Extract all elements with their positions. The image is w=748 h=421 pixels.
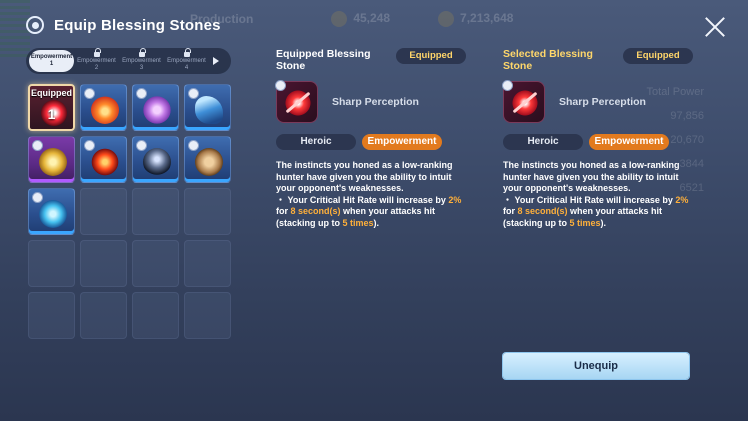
- slot-badge-icon: [84, 88, 95, 99]
- tab-number: 1: [49, 61, 54, 67]
- equipped-status-badge: Equipped: [396, 48, 466, 64]
- stone-slot[interactable]: [28, 136, 75, 183]
- sharp-perception-icon: [275, 80, 318, 123]
- empty-slot: [184, 292, 231, 339]
- stone-description: The instincts you honed as a low-ranking…: [503, 160, 693, 229]
- tab-number: 2: [94, 64, 99, 71]
- fire-stone-icon: [91, 96, 119, 124]
- empty-slot: [80, 240, 127, 287]
- stone-description: The instincts you honed as a low-ranking…: [276, 160, 466, 229]
- sharp-perception-icon: [502, 80, 545, 123]
- stone-slot[interactable]: [132, 84, 179, 131]
- tab-label: Empowerment: [30, 54, 73, 60]
- panel-title: Equipped Blessing Stone: [276, 48, 371, 72]
- shadow-figure-stone-icon: [143, 148, 171, 176]
- stone-name: Sharp Perception: [559, 96, 646, 108]
- empty-slot: [132, 240, 179, 287]
- gold-icon: [438, 11, 455, 27]
- tab-empowerment-2[interactable]: Empowerment 2: [74, 47, 119, 72]
- slot-badge-icon: [136, 88, 147, 99]
- slot-badge-icon: [188, 88, 199, 99]
- lock-icon: [183, 47, 191, 57]
- stone-slot[interactable]: [80, 136, 127, 183]
- rarity-badge: Heroic: [503, 134, 583, 150]
- stone-badge-icon: [275, 80, 286, 91]
- lock-icon: [93, 47, 101, 57]
- tab-next-arrow-icon[interactable]: [213, 57, 219, 65]
- stone-level: 1: [47, 106, 56, 122]
- lock-icon: [138, 47, 146, 57]
- empty-slot: [132, 188, 179, 235]
- stone-badge-icon: [502, 80, 513, 91]
- page-header: Equip Blessing Stones: [26, 16, 221, 34]
- pink-gem-stone-icon: [143, 96, 171, 124]
- rarity-badge: Heroic: [276, 134, 356, 150]
- stone-slot-sharp-perception[interactable]: Equipped 1: [28, 84, 75, 131]
- coin-icon: [331, 11, 348, 27]
- equipped-status-badge: Equipped: [623, 48, 693, 64]
- description-effect: ・ Your Critical Hit Rate will increase b…: [503, 194, 689, 228]
- tab-empowerment-3[interactable]: Empowerment 3: [119, 47, 164, 72]
- stone-slot[interactable]: [132, 136, 179, 183]
- background-hud: Production 45,248 7,213,648: [190, 8, 688, 30]
- slot-badge-icon: [84, 140, 95, 151]
- tab-label: Empowerment: [167, 57, 206, 64]
- golden-claw-stone-icon: [39, 148, 67, 176]
- stone-slot[interactable]: [184, 84, 231, 131]
- boot-stone-icon: [195, 96, 223, 124]
- description-intro: The instincts you honed as a low-ranking…: [276, 160, 453, 193]
- stone-slot[interactable]: [184, 136, 231, 183]
- empty-slot: [132, 292, 179, 339]
- slot-badge-icon: [32, 140, 43, 151]
- empty-slot: [184, 240, 231, 287]
- background-hud-value-2: 7,213,648: [438, 11, 513, 27]
- description-effect: ・ Your Critical Hit Rate will increase b…: [276, 194, 462, 228]
- slot-badge-icon: [32, 192, 43, 203]
- tab-empowerment-1[interactable]: Empowerment 1: [29, 50, 74, 72]
- panel-title: Selected Blessing Stone: [503, 48, 593, 72]
- description-intro: The instincts you honed as a low-ranking…: [503, 160, 680, 193]
- empty-slot: [28, 292, 75, 339]
- close-icon[interactable]: [704, 16, 726, 38]
- tab-number: 3: [139, 64, 144, 71]
- type-badge: Empowerment: [589, 134, 669, 150]
- stone-name: Sharp Perception: [332, 96, 419, 108]
- equipped-label: Equipped: [31, 88, 72, 98]
- blessing-stone-grid: Equipped 1: [28, 84, 231, 339]
- tab-label: Empowerment: [122, 57, 161, 64]
- empty-slot: [28, 240, 75, 287]
- background-hud-value-1: 45,248: [331, 11, 390, 27]
- tab-empowerment-4[interactable]: Empowerment 4: [164, 47, 209, 72]
- aqua-vortex-stone-icon: [39, 200, 67, 228]
- selected-stone-panel: Selected Blessing Stone Equipped Sharp P…: [502, 48, 693, 229]
- stone-slot[interactable]: [28, 188, 75, 235]
- type-badge: Empowerment: [362, 134, 442, 150]
- page-title: Equip Blessing Stones: [54, 16, 221, 34]
- slot-badge-icon: [188, 140, 199, 151]
- fire-burst-stone-icon: [91, 148, 119, 176]
- stone-slot[interactable]: [80, 84, 127, 131]
- equipped-stone-panel: Equipped Blessing Stone Equipped Sharp P…: [275, 48, 466, 229]
- empowerment-tabs: Empowerment 1 Empowerment 2 Empowerment …: [26, 47, 231, 74]
- menu-circle-icon[interactable]: [26, 16, 44, 34]
- unequip-button[interactable]: Unequip: [503, 353, 689, 379]
- fist-stone-icon: [195, 148, 223, 176]
- empty-slot: [184, 188, 231, 235]
- slot-badge-icon: [136, 140, 147, 151]
- tab-label: Empowerment: [77, 57, 116, 64]
- empty-slot: [80, 292, 127, 339]
- empty-slot: [80, 188, 127, 235]
- tab-number: 4: [184, 64, 189, 71]
